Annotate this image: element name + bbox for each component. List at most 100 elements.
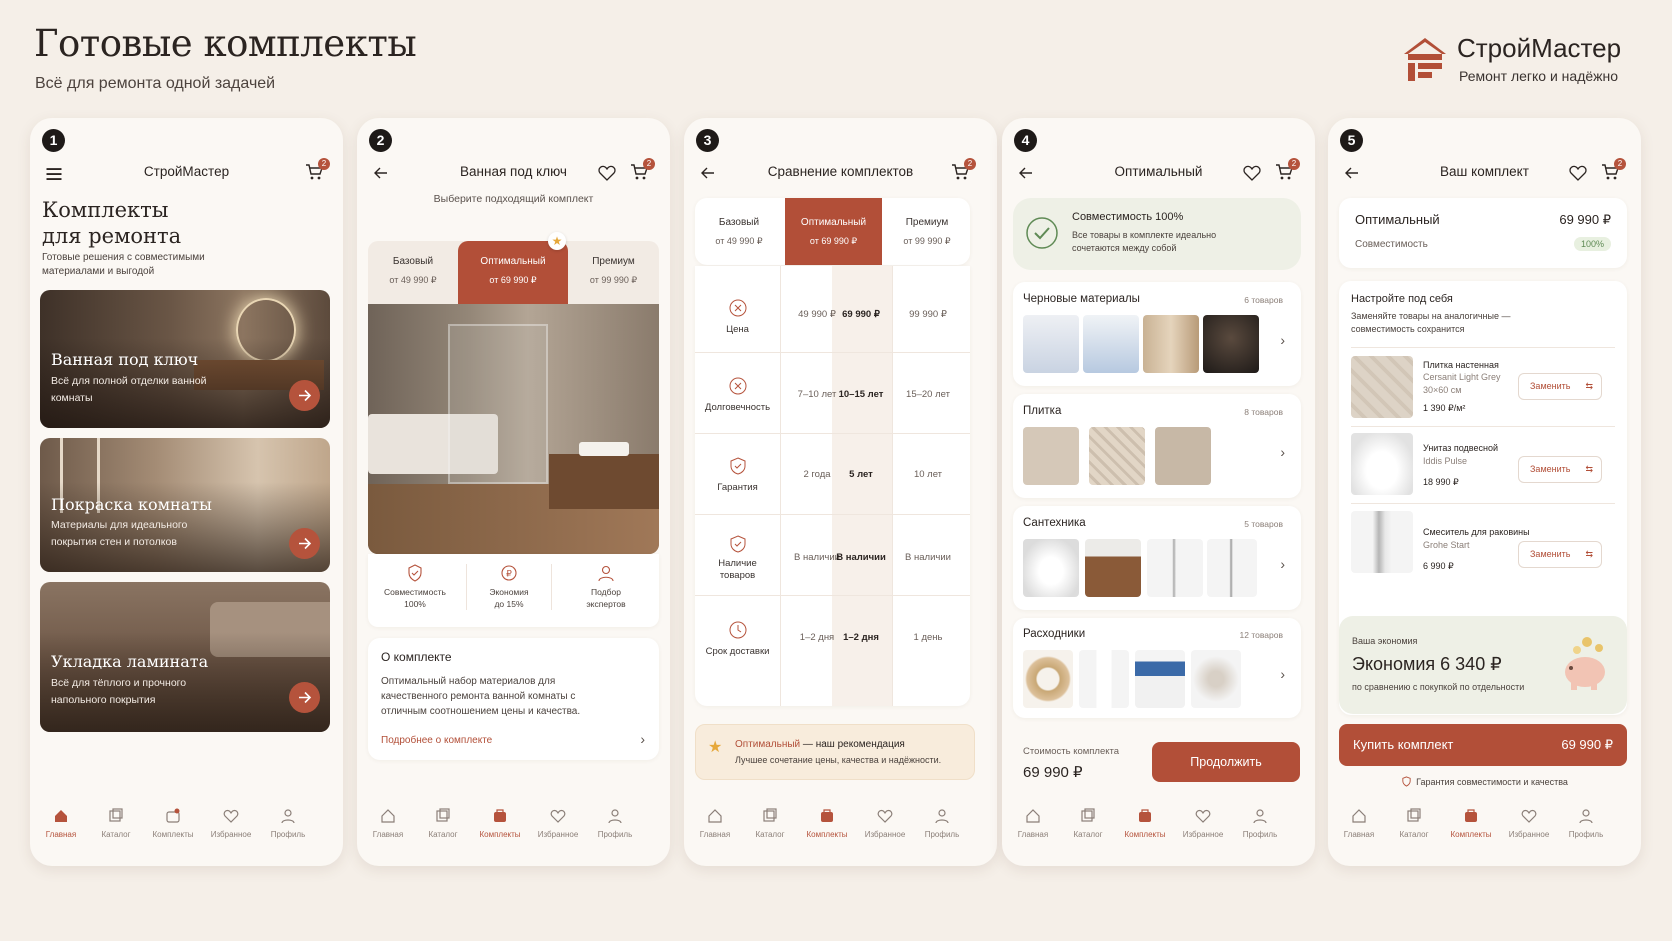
value-optimal: В наличии bbox=[836, 552, 886, 563]
kit-card-painting[interactable]: Покраска комнаты Материалы для идеальног… bbox=[40, 438, 330, 572]
compare-col-optimal[interactable]: Оптимальный от 69 990 ₽ bbox=[785, 198, 882, 265]
nav-label: Комплекты bbox=[1124, 830, 1166, 839]
favorite-heart-icon[interactable] bbox=[1242, 163, 1262, 183]
compat-badge: 100% bbox=[1573, 237, 1611, 251]
app-title: СтройМастер bbox=[143, 164, 230, 179]
col-price: от 69 990 ₽ bbox=[809, 236, 858, 246]
item-name: Смеситель для раковины bbox=[1423, 527, 1530, 537]
replace-button[interactable]: Заменить ⇆ bbox=[1518, 541, 1602, 568]
recommendation-tail: — наш рекомендация bbox=[800, 739, 905, 750]
page-subtitle: Всё для ремонта одной задачей bbox=[35, 75, 276, 92]
nav-profile[interactable]: Профиль bbox=[585, 808, 645, 839]
nav-favorites[interactable]: Избранное bbox=[201, 808, 261, 839]
tab-premium[interactable]: Премиум от 99 990 ₽ bbox=[568, 241, 659, 304]
section-tiles[interactable]: Плитка 8 товаров › bbox=[1013, 394, 1301, 498]
recommendation-text: Лучшее сочетание цены, качества и надёжн… bbox=[735, 755, 942, 765]
tab-basic[interactable]: Базовый от 49 990 ₽ bbox=[368, 241, 458, 304]
item-brand: Cersanit Light Grey bbox=[1423, 372, 1501, 382]
tab-optimal[interactable]: ★ Оптимальный от 69 990 ₽ bbox=[458, 232, 568, 304]
tab-price: от 99 990 ₽ bbox=[589, 275, 638, 285]
chevron-right-icon[interactable]: › bbox=[1280, 666, 1285, 682]
nav-home[interactable]: Главная bbox=[1329, 808, 1389, 839]
nav-kits[interactable]: Комплекты bbox=[1441, 808, 1501, 839]
nav-label: Профиль bbox=[924, 830, 960, 839]
nav-catalog[interactable]: Каталог bbox=[1058, 808, 1118, 839]
top-bar: Сравнение комплектов 2 bbox=[684, 158, 997, 188]
kit-card-bathroom[interactable]: Ванная под ключ Всё для полной отделки в… bbox=[40, 290, 330, 428]
nav-favorites[interactable]: Избранное bbox=[1499, 808, 1559, 839]
compare-col-basic[interactable]: Базовый от 49 990 ₽ bbox=[699, 198, 779, 265]
kit-card-laminate[interactable]: Укладка ламината Всё для тёплого и прочн… bbox=[40, 582, 330, 732]
section-consumables[interactable]: Расходники 12 товаров › bbox=[1013, 618, 1301, 718]
nav-home[interactable]: Главная bbox=[1003, 808, 1063, 839]
shield-icon bbox=[1402, 776, 1411, 787]
replace-button[interactable]: Заменить ⇆ bbox=[1518, 456, 1602, 483]
nav-favorites[interactable]: Избранное bbox=[855, 808, 915, 839]
nav-favorites[interactable]: Избранное bbox=[1173, 808, 1233, 839]
nav-home[interactable]: Главная bbox=[685, 808, 745, 839]
nav-kits[interactable]: Комплекты bbox=[143, 808, 203, 839]
profile-icon bbox=[1579, 809, 1593, 824]
section-title: Расходники bbox=[1023, 628, 1086, 640]
price-icon bbox=[729, 299, 746, 317]
star-icon: ★ bbox=[548, 232, 566, 250]
feature-value: 100% bbox=[404, 599, 426, 609]
feature-label: Подбор bbox=[591, 587, 621, 597]
feature-value: экспертов bbox=[586, 599, 626, 609]
compare-header: Базовый от 49 990 ₽ Оптимальный от 69 990 … bbox=[695, 198, 970, 265]
nav-profile[interactable]: Профиль bbox=[1556, 808, 1616, 839]
nav-kits[interactable]: Комплекты bbox=[470, 808, 530, 839]
nav-catalog[interactable]: Каталог bbox=[1384, 808, 1444, 839]
nav-profile[interactable]: Профиль bbox=[912, 808, 972, 839]
continue-button[interactable]: Продолжить bbox=[1152, 742, 1300, 782]
nav-label: Избранное bbox=[537, 830, 579, 839]
heart-icon bbox=[877, 809, 893, 823]
phone-screen-kit-contents: 4 Оптимальный 2 Совместимость 100% Все т… bbox=[1002, 118, 1315, 866]
section-title: Плитка bbox=[1023, 405, 1062, 417]
product-thumb bbox=[1023, 650, 1073, 708]
favorite-heart-icon[interactable] bbox=[1568, 163, 1588, 183]
product-thumb bbox=[1143, 315, 1199, 373]
nav-kits[interactable]: Комплекты bbox=[797, 808, 857, 839]
nav-label: Избранное bbox=[1508, 830, 1550, 839]
divider bbox=[1351, 426, 1615, 427]
about-more-link[interactable]: Подробнее о комплекте bbox=[381, 735, 492, 746]
kits-icon bbox=[1465, 809, 1477, 822]
about-title: О комплекте bbox=[381, 650, 452, 664]
compare-col-premium[interactable]: Премиум от 99 990 ₽ bbox=[885, 198, 969, 265]
feature-compatibility: Совместимость 100% bbox=[372, 564, 458, 610]
nav-home[interactable]: Главная bbox=[31, 808, 91, 839]
nav-catalog[interactable]: Каталог bbox=[86, 808, 146, 839]
nav-profile[interactable]: Профиль bbox=[258, 808, 318, 839]
row-divider bbox=[695, 514, 970, 515]
heading-line-2: для ремонта bbox=[42, 224, 182, 248]
section-plumbing[interactable]: Сантехника 5 товаров › bbox=[1013, 506, 1301, 610]
savings-card: Ваша экономия Экономия 6 340 ₽ по сравне… bbox=[1339, 616, 1627, 714]
replace-button[interactable]: Заменить ⇆ bbox=[1518, 373, 1602, 400]
nav-catalog[interactable]: Каталог bbox=[740, 808, 800, 839]
chevron-right-icon[interactable]: › bbox=[1280, 556, 1285, 572]
product-thumb bbox=[1135, 650, 1185, 708]
nav-home[interactable]: Главная bbox=[358, 808, 418, 839]
chevron-right-icon[interactable]: › bbox=[1280, 332, 1285, 348]
favorite-heart-icon[interactable] bbox=[597, 163, 617, 183]
nav-kits[interactable]: Комплекты bbox=[1115, 808, 1175, 839]
kit-card-desc: Всё для полной отделки ванной комнаты bbox=[51, 375, 207, 404]
open-arrow-button[interactable] bbox=[289, 380, 320, 411]
catalog-icon bbox=[1081, 808, 1095, 822]
cart-badge: 2 bbox=[1614, 158, 1626, 170]
open-arrow-button[interactable] bbox=[289, 528, 320, 559]
section-rough-materials[interactable]: Черновые материалы 6 товаров › bbox=[1013, 282, 1301, 386]
chevron-right-icon[interactable]: › bbox=[640, 731, 645, 747]
nav-profile[interactable]: Профиль bbox=[1230, 808, 1290, 839]
open-arrow-button[interactable] bbox=[289, 682, 320, 713]
nav-favorites[interactable]: Избранное bbox=[528, 808, 588, 839]
brand-block: СтройМастер Ремонт легко и надёжно bbox=[1402, 30, 1642, 90]
nav-catalog[interactable]: Каталог bbox=[413, 808, 473, 839]
item-brand: Grohe Start bbox=[1423, 540, 1470, 550]
chevron-right-icon[interactable]: › bbox=[1280, 444, 1285, 460]
profile-icon bbox=[935, 809, 949, 824]
buy-price: 69 990 ₽ bbox=[1561, 737, 1613, 752]
buy-kit-button[interactable]: Купить комплект 69 990 ₽ bbox=[1339, 724, 1627, 766]
screen-title: Ванная под ключ bbox=[460, 164, 567, 179]
